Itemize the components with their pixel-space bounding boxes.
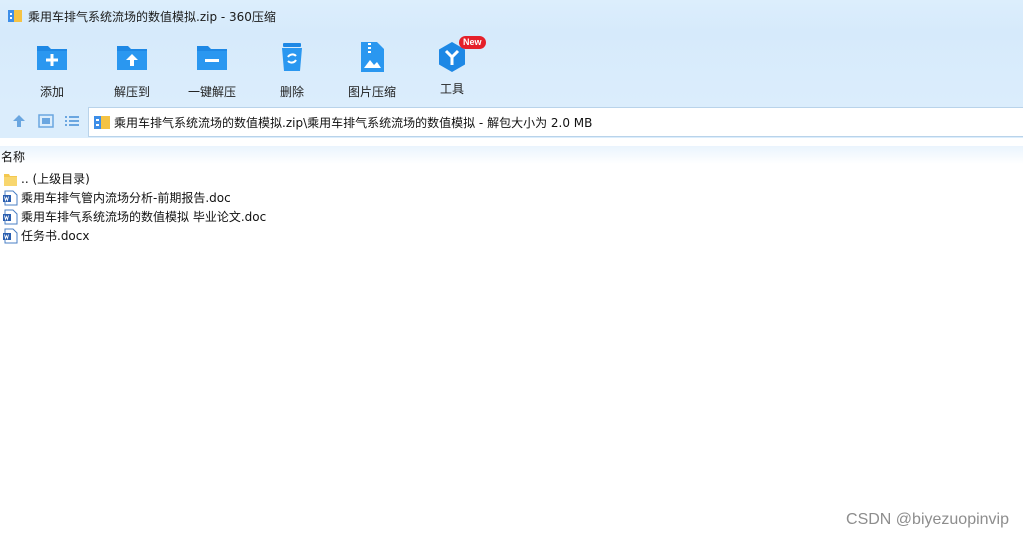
extract-to-icon bbox=[117, 46, 147, 70]
word-doc-icon bbox=[3, 228, 18, 243]
archive-app-icon bbox=[8, 10, 22, 22]
list-item[interactable]: 乘用车排气管内流场分析-前期报告.doc bbox=[0, 188, 1023, 207]
address-field[interactable]: 乘用车排气系统流场的数值模拟.zip\乘用车排气系统流场的数值模拟 - 解包大小… bbox=[88, 107, 1023, 137]
add-folder-icon bbox=[37, 46, 67, 70]
folder-icon bbox=[4, 173, 17, 186]
extract-to-button[interactable]: 解压到 bbox=[94, 38, 170, 100]
file-name: 乘用车排气系统流场的数值模拟 毕业论文.doc bbox=[21, 210, 267, 224]
recycle-bin-icon bbox=[282, 43, 302, 71]
address-path: 乘用车排气系统流场的数值模拟.zip\乘用车排气系统流场的数值模拟 - 解包大小… bbox=[114, 115, 593, 130]
add-button[interactable]: 添加 bbox=[14, 38, 90, 100]
list-item[interactable]: 任务书.docx bbox=[0, 226, 1023, 245]
column-header-row: 名称 bbox=[0, 146, 1023, 164]
word-doc-icon bbox=[3, 209, 18, 224]
file-name: 任务书.docx bbox=[21, 229, 90, 243]
one-click-extract-icon bbox=[197, 46, 227, 70]
column-header-name[interactable]: 名称 bbox=[1, 148, 25, 165]
list-view-icon[interactable] bbox=[64, 113, 80, 129]
image-compress-label: 图片压缩 bbox=[347, 85, 396, 99]
tools-label: 工具 bbox=[439, 82, 464, 96]
file-name: .. (上级目录) bbox=[21, 172, 90, 186]
toolbar: 添加 解压到 一键解压 删除 图片压缩 New 工具 bbox=[0, 32, 1023, 104]
new-badge: New bbox=[459, 36, 486, 49]
file-name: 乘用车排气管内流场分析-前期报告.doc bbox=[21, 191, 231, 205]
window-title: 乘用车排气系统流场的数值模拟.zip - 360压缩 bbox=[28, 9, 276, 24]
image-compress-button[interactable]: 图片压缩 bbox=[334, 38, 410, 100]
address-bar: 乘用车排气系统流场的数值模拟.zip\乘用车排气系统流场的数值模拟 - 解包大小… bbox=[0, 104, 1023, 138]
word-doc-icon bbox=[3, 190, 18, 205]
up-arrow-icon[interactable] bbox=[11, 113, 27, 129]
archive-icon bbox=[94, 116, 110, 129]
delete-label: 删除 bbox=[279, 85, 304, 99]
image-compress-icon bbox=[361, 42, 384, 72]
list-item-parent-folder[interactable]: .. (上级目录) bbox=[0, 169, 1023, 188]
one-click-extract-label: 一键解压 bbox=[187, 85, 236, 99]
one-click-extract-button[interactable]: 一键解压 bbox=[174, 38, 250, 100]
thumbnail-view-icon[interactable] bbox=[38, 113, 54, 129]
file-list: .. (上级目录) 乘用车排气管内流场分析-前期报告.doc 乘用车排气系统流场… bbox=[0, 169, 1023, 245]
add-label: 添加 bbox=[39, 85, 64, 99]
delete-button[interactable]: 删除 bbox=[254, 38, 330, 100]
watermark: CSDN @biyezuopinvip bbox=[846, 511, 1009, 528]
title-bar: 乘用车排气系统流场的数值模拟.zip - 360压缩 bbox=[0, 0, 1023, 32]
list-item[interactable]: 乘用车排气系统流场的数值模拟 毕业论文.doc bbox=[0, 207, 1023, 226]
extract-to-label: 解压到 bbox=[113, 85, 150, 99]
tools-button[interactable]: New 工具 bbox=[414, 36, 490, 100]
